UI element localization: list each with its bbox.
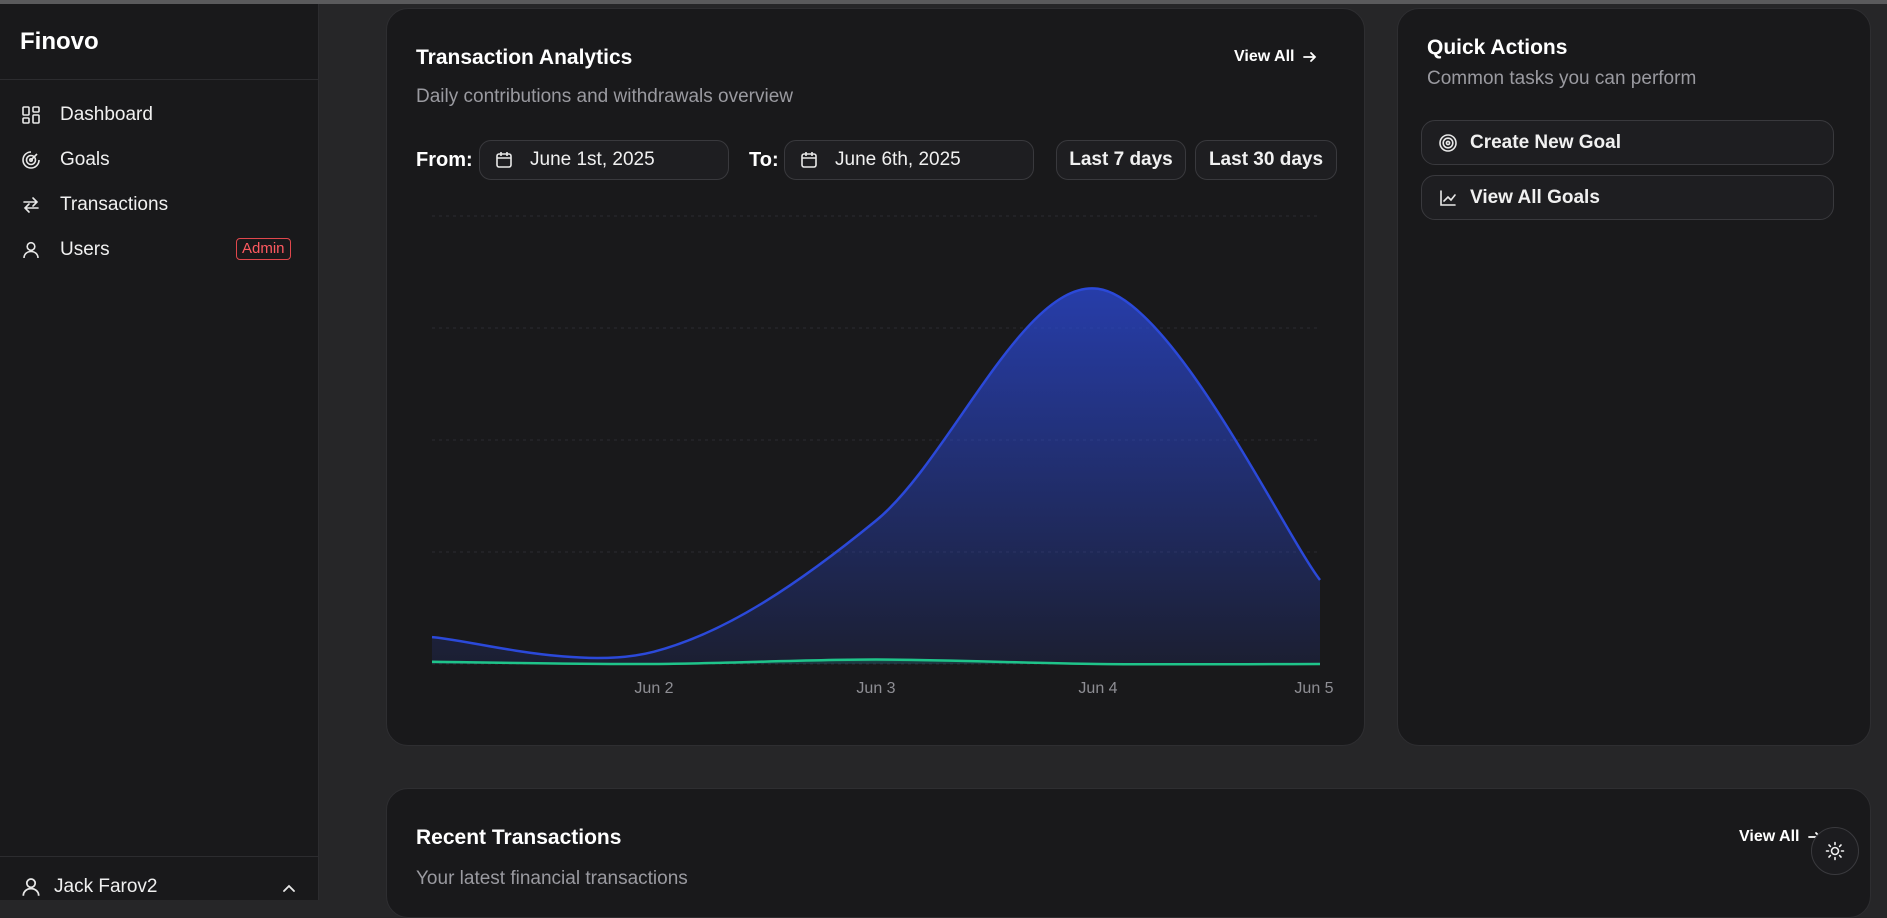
user-icon [20, 876, 42, 898]
view-all-goals-button[interactable]: View All Goals [1421, 175, 1834, 220]
card-subtitle: Common tasks you can perform [1427, 68, 1697, 89]
sidebar-item-label: Transactions [60, 193, 169, 215]
goals-icon [20, 149, 42, 171]
button-label: Create New Goal [1470, 131, 1621, 153]
x-tick-label: Jun 5 [1294, 680, 1333, 697]
user-menu[interactable]: Jack Farov2 [20, 876, 157, 898]
transaction-analytics-card: Transaction Analytics View All Daily con… [386, 8, 1365, 746]
sidebar-item-transactions[interactable]: Transactions [0, 182, 319, 227]
card-title: Quick Actions [1427, 36, 1568, 59]
divider [0, 856, 319, 857]
sidebar-item-dashboard[interactable]: Dashboard [0, 92, 319, 137]
target-icon [1439, 133, 1457, 152]
dashboard-icon [20, 104, 42, 126]
user-icon [20, 239, 42, 261]
recent-transactions-card: Recent Transactions View All Your latest… [386, 788, 1871, 918]
user-name: Jack Farov2 [54, 876, 158, 897]
card-title: Recent Transactions [416, 826, 622, 849]
theme-toggle-button[interactable] [1811, 827, 1859, 875]
sidebar: Finovo Dashboard Goals Transactions User… [0, 4, 319, 900]
admin-badge: Admin [236, 238, 291, 260]
quick-actions-card: Quick Actions Common tasks you can perfo… [1397, 8, 1871, 746]
sidebar-item-label: Users [60, 238, 110, 260]
analytics-chart: Jun 2 Jun 3 Jun 4 Jun 5 [431, 215, 1334, 697]
card-subtitle: Your latest financial transactions [416, 868, 688, 889]
sun-icon [1825, 841, 1845, 861]
sidebar-nav: Dashboard Goals Transactions Users Admin [0, 92, 319, 272]
x-tick-label: Jun 4 [1078, 680, 1117, 697]
sidebar-item-label: Dashboard [60, 103, 153, 125]
view-all-button[interactable]: View All [1739, 828, 1823, 846]
line-chart-icon [1440, 189, 1456, 206]
button-label: View All Goals [1470, 186, 1600, 208]
create-new-goal-button[interactable]: Create New Goal [1421, 120, 1834, 165]
series-area-0 [432, 288, 1320, 664]
divider [0, 79, 319, 80]
x-tick-label: Jun 3 [856, 680, 895, 697]
chevron-up-icon[interactable] [280, 880, 298, 898]
sidebar-item-label: Goals [60, 148, 110, 170]
sidebar-item-users[interactable]: Users Admin [0, 227, 319, 272]
x-tick-label: Jun 2 [634, 680, 673, 697]
transactions-icon [20, 194, 42, 216]
view-all-label: View All [1739, 828, 1800, 845]
brand-logo[interactable]: Finovo [20, 28, 99, 56]
sidebar-item-goals[interactable]: Goals [0, 137, 319, 182]
